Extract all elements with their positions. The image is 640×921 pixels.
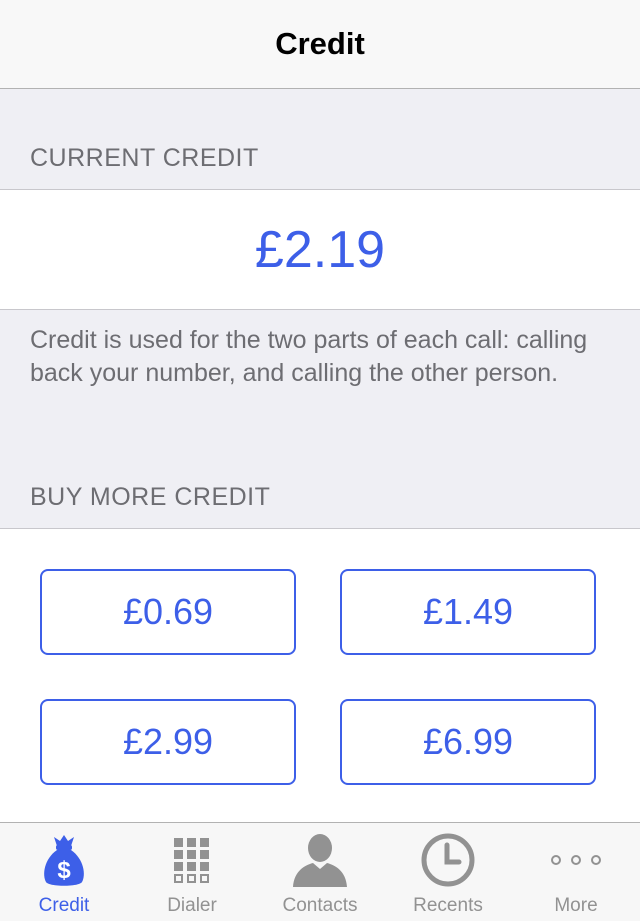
clock-icon xyxy=(418,831,478,889)
keypad-icon xyxy=(162,831,222,889)
navigation-bar: Credit xyxy=(0,0,640,89)
buy-credit-option-button[interactable]: £6.99 xyxy=(340,699,596,785)
tab-label: Contacts xyxy=(282,895,358,916)
buy-credit-option-button[interactable]: £1.49 xyxy=(340,569,596,655)
current-credit-value: £2.19 xyxy=(254,220,386,279)
tab-more[interactable]: More xyxy=(512,823,640,921)
tab-recents[interactable]: Recents xyxy=(384,823,512,921)
tab-label: Dialer xyxy=(167,895,217,916)
credit-explanation: Credit is used for the two parts of each… xyxy=(30,326,588,387)
person-icon xyxy=(290,831,350,889)
tab-credit[interactable]: $ Credit xyxy=(0,823,128,921)
page-title: Credit xyxy=(275,26,365,61)
current-credit-header: CURRENT CREDIT xyxy=(30,144,259,172)
more-dots-icon xyxy=(546,831,606,889)
money-bag-icon: $ xyxy=(34,831,94,889)
tab-dialer[interactable]: Dialer xyxy=(128,823,256,921)
buy-credit-panel: £0.69 £1.49 £2.99 £6.99 xyxy=(0,528,640,823)
current-credit-row: £2.19 xyxy=(0,189,640,310)
svg-text:$: $ xyxy=(57,857,71,884)
tab-label: More xyxy=(554,895,598,916)
buy-more-credit-header: BUY MORE CREDIT xyxy=(30,483,271,511)
tab-label: Recents xyxy=(413,895,483,916)
tab-label: Credit xyxy=(38,895,90,916)
tab-bar: $ Credit Dialer Contacts Recents More xyxy=(0,822,640,921)
tab-contacts[interactable]: Contacts xyxy=(256,823,384,921)
buy-credit-option-button[interactable]: £0.69 xyxy=(40,569,296,655)
buy-credit-option-button[interactable]: £2.99 xyxy=(40,699,296,785)
